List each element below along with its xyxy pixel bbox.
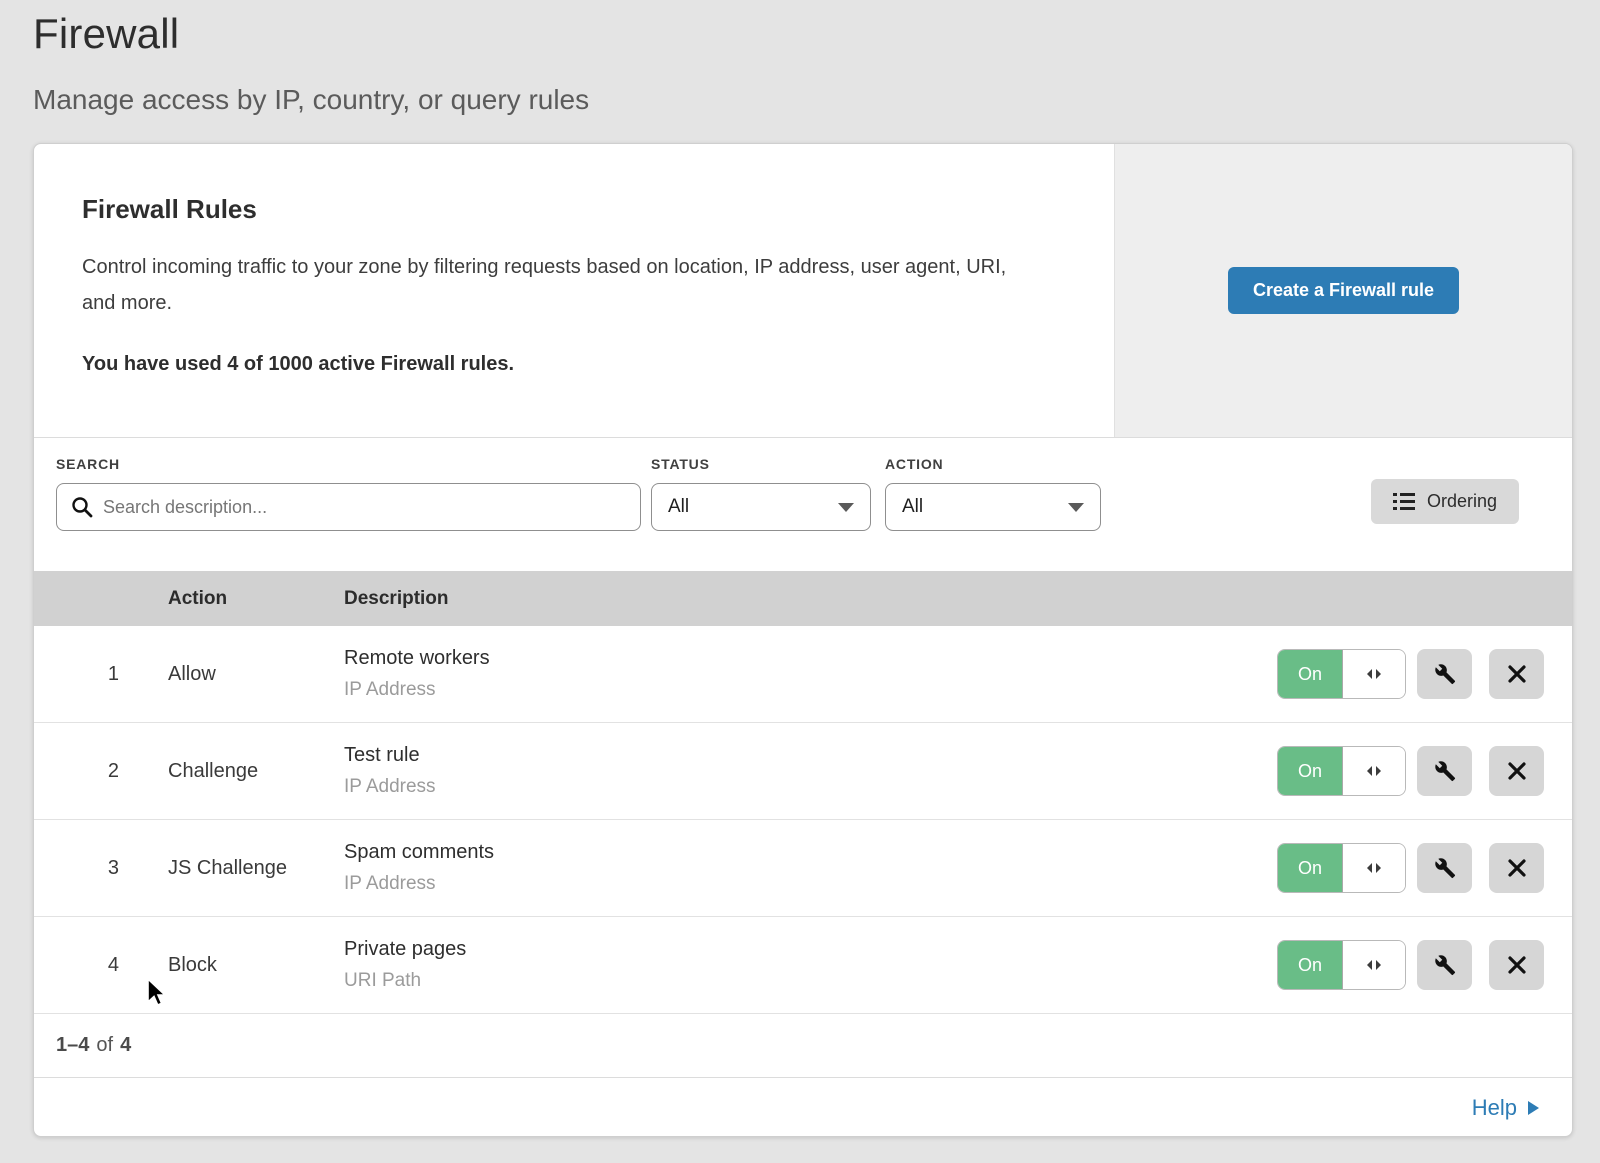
wrench-icon [1434, 760, 1456, 782]
card-footer: Help [34, 1078, 1572, 1137]
toggle-arrows-icon[interactable] [1343, 650, 1405, 698]
arrow-right-icon [1527, 1100, 1540, 1116]
action-select[interactable]: All [885, 483, 1101, 531]
search-icon [70, 495, 94, 519]
ordering-button[interactable]: Ordering [1371, 479, 1519, 524]
rule-description: Private pages [344, 938, 1272, 961]
delete-rule-button[interactable] [1489, 746, 1544, 796]
rule-action: Challenge [134, 760, 344, 783]
rule-description: Remote workers [344, 647, 1272, 670]
delete-rule-button[interactable] [1489, 649, 1544, 699]
rule-match-field: IP Address [344, 776, 1272, 798]
page-header: Firewall Manage access by IP, country, o… [0, 0, 1600, 116]
rule-description-cell: Test rule IP Address [344, 744, 1272, 798]
status-selected-value: All [668, 496, 689, 518]
rule-enabled-toggle[interactable]: On [1277, 940, 1406, 990]
action-selected-value: All [902, 496, 923, 518]
rule-enabled-toggle[interactable]: On [1277, 746, 1406, 796]
wrench-icon [1434, 954, 1456, 976]
rule-controls: On [1272, 843, 1572, 893]
wrench-icon [1434, 857, 1456, 879]
rule-controls: On [1272, 940, 1572, 990]
rule-action: Block [134, 954, 344, 977]
action-group: ACTION All [885, 456, 1101, 531]
toggle-arrows-icon[interactable] [1343, 844, 1405, 892]
edit-rule-button[interactable] [1417, 649, 1472, 699]
column-header-description: Description [344, 588, 1572, 610]
page-subtitle: Manage access by IP, country, or query r… [33, 84, 1600, 116]
edit-rule-button[interactable] [1417, 746, 1472, 796]
rule-controls: On [1272, 746, 1572, 796]
pagination-range: 1–4 [56, 1034, 89, 1057]
column-header-action: Action [134, 588, 344, 610]
close-icon [1507, 761, 1527, 781]
rule-match-field: IP Address [344, 873, 1272, 895]
mouse-cursor [145, 978, 169, 1008]
close-icon [1507, 664, 1527, 684]
rule-action: Allow [134, 663, 344, 686]
status-select[interactable]: All [651, 483, 871, 531]
search-group: SEARCH [56, 456, 641, 531]
rule-description-cell: Private pages URI Path [344, 938, 1272, 992]
rule-description: Test rule [344, 744, 1272, 767]
rule-priority: 1 [34, 663, 134, 686]
delete-rule-button[interactable] [1489, 843, 1544, 893]
rules-usage-text: You have used 4 of 1000 active Firewall … [82, 353, 1066, 376]
card-info: Firewall Rules Control incoming traffic … [34, 144, 1114, 437]
wrench-icon [1434, 663, 1456, 685]
chevron-down-icon [838, 503, 854, 512]
close-icon [1507, 955, 1527, 975]
table-row: 1 Allow Remote workers IP Address On [34, 626, 1572, 723]
rule-priority: 4 [34, 954, 134, 977]
rule-match-field: IP Address [344, 679, 1272, 701]
rule-description-cell: Remote workers IP Address [344, 647, 1272, 701]
table-row: 3 JS Challenge Spam comments IP Address … [34, 820, 1572, 917]
status-group: STATUS All [651, 456, 871, 531]
rules-table-body: 1 Allow Remote workers IP Address On [34, 626, 1572, 1014]
rule-description: Spam comments [344, 841, 1272, 864]
toggle-on-label[interactable]: On [1278, 650, 1343, 698]
ordered-list-icon [1393, 492, 1415, 512]
edit-rule-button[interactable] [1417, 940, 1472, 990]
toggle-arrows-icon[interactable] [1343, 747, 1405, 795]
ordering-button-label: Ordering [1427, 491, 1497, 512]
create-firewall-rule-button[interactable]: Create a Firewall rule [1228, 267, 1459, 314]
toggle-on-label[interactable]: On [1278, 941, 1343, 989]
table-row: 2 Challenge Test rule IP Address On [34, 723, 1572, 820]
rule-action: JS Challenge [134, 857, 344, 880]
firewall-rules-card: Firewall Rules Control incoming traffic … [33, 143, 1573, 1137]
page-title: Firewall [33, 10, 1600, 58]
pagination-total: 4 [120, 1034, 131, 1057]
card-top-section: Firewall Rules Control incoming traffic … [34, 144, 1572, 438]
help-link[interactable]: Help [1472, 1095, 1540, 1121]
rule-priority: 3 [34, 857, 134, 880]
pagination: 1–4 of 4 [34, 1014, 1572, 1078]
edit-rule-button[interactable] [1417, 843, 1472, 893]
action-label: ACTION [885, 456, 1101, 472]
filter-bar: SEARCH STATUS All ACTION All [34, 438, 1572, 571]
search-input[interactable] [56, 483, 641, 531]
status-label: STATUS [651, 456, 871, 472]
toggle-arrows-icon[interactable] [1343, 941, 1405, 989]
close-icon [1507, 858, 1527, 878]
toggle-on-label[interactable]: On [1278, 844, 1343, 892]
card-cta-panel: Create a Firewall rule [1114, 144, 1572, 437]
table-header: Action Description [34, 571, 1572, 626]
delete-rule-button[interactable] [1489, 940, 1544, 990]
help-link-label: Help [1472, 1095, 1517, 1121]
card-description: Control incoming traffic to your zone by… [82, 249, 1027, 321]
card-heading: Firewall Rules [82, 194, 1066, 225]
chevron-down-icon [1068, 503, 1084, 512]
table-row: 4 Block Private pages URI Path On [34, 917, 1572, 1014]
rule-enabled-toggle[interactable]: On [1277, 649, 1406, 699]
search-label: SEARCH [56, 456, 641, 472]
rule-enabled-toggle[interactable]: On [1277, 843, 1406, 893]
toggle-on-label[interactable]: On [1278, 747, 1343, 795]
pagination-of: of [96, 1034, 113, 1057]
rule-controls: On [1272, 649, 1572, 699]
rule-priority: 2 [34, 760, 134, 783]
rule-match-field: URI Path [344, 970, 1272, 992]
rule-description-cell: Spam comments IP Address [344, 841, 1272, 895]
